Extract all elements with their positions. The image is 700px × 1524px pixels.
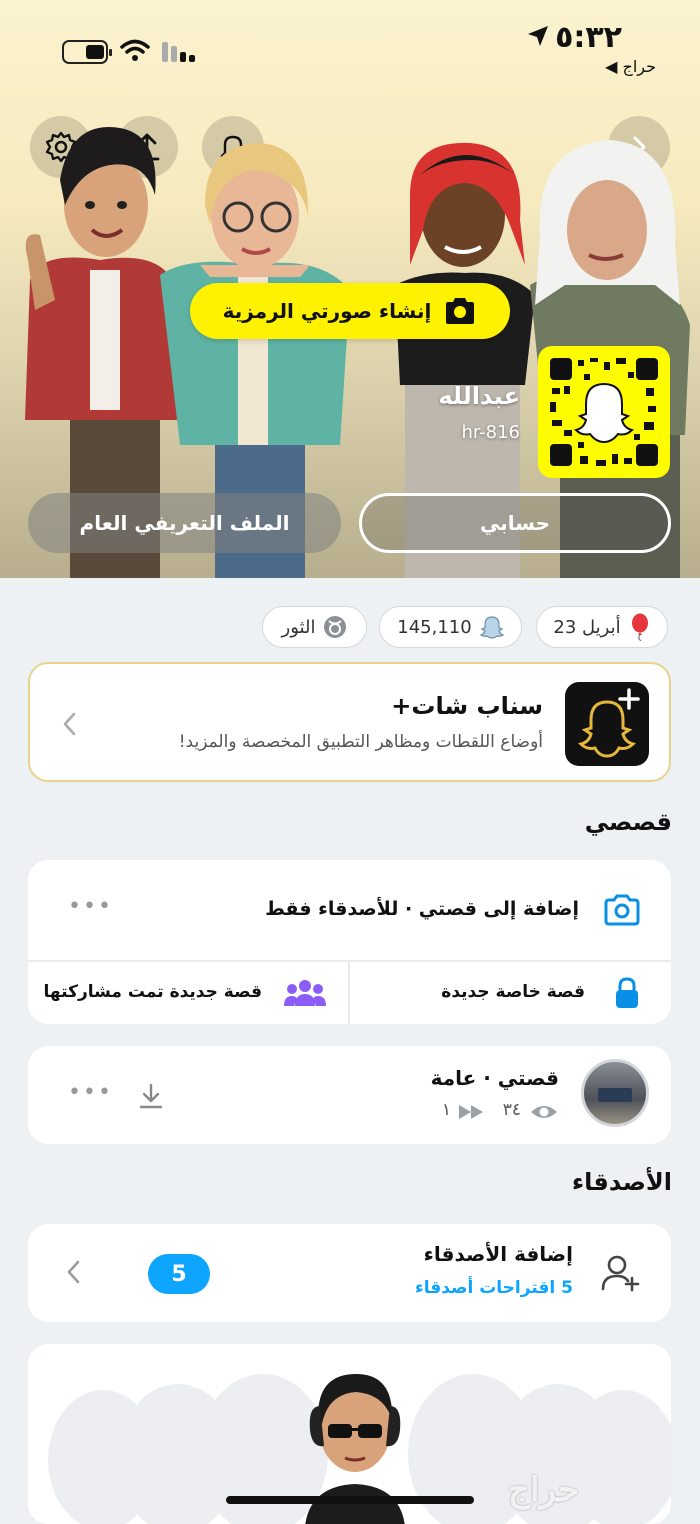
- birthday-label: 23 أبريل: [553, 616, 621, 638]
- camera-icon: [446, 298, 475, 324]
- my-story-title: قصتي · عامة: [430, 1066, 559, 1090]
- add-friend-icon: [601, 1255, 640, 1292]
- snap-score-chip[interactable]: 145,110: [379, 606, 522, 648]
- chevron-left-icon: [63, 712, 76, 736]
- profile-info-chips: الثور 145,110 23 أبريل: [0, 606, 700, 650]
- new-private-story-button[interactable]: قصة خاصة جديدة: [350, 962, 671, 1024]
- zodiac-label: الثور: [281, 616, 316, 638]
- my-story-row[interactable]: قصتي · عامة ٣٤ ١ •••: [28, 1046, 671, 1144]
- camera-icon: [604, 894, 640, 926]
- home-indicator[interactable]: [226, 1496, 474, 1504]
- snap-score: 145,110: [397, 616, 472, 638]
- snapcode-qr: [548, 356, 660, 468]
- profile-header: ٥:٣٢ ◀ حراج إنشاء صورتي الرمزية عبدالله …: [0, 0, 700, 578]
- snapchat-plus-card[interactable]: سناب شات+ أوضاع اللقطات ومظاهر التطبيق ا…: [28, 662, 671, 782]
- stories-section-title: قصصي: [584, 808, 672, 836]
- screenshot-arrows-icon: [459, 1105, 483, 1119]
- add-to-story-label: إضافة إلى قصتي · للأصدقاء فقط: [265, 898, 579, 920]
- suggestions-badge: 5: [148, 1254, 210, 1294]
- new-shared-story-button[interactable]: قصة جديدة تمت مشاركتها: [28, 962, 348, 1024]
- new-private-story-label: قصة خاصة جديدة: [441, 982, 585, 1002]
- more-options-icon[interactable]: •••: [68, 894, 113, 919]
- status-bar: ٥:٣٢ ◀ حراج: [0, 0, 700, 90]
- story-screenshots-count: ١: [441, 1100, 451, 1120]
- snapchat-plus-title: سناب شات+: [391, 692, 543, 720]
- story-thumbnail: [581, 1059, 649, 1127]
- create-avatar-label: إنشاء صورتي الرمزية: [222, 299, 432, 323]
- add-friends-row[interactable]: إضافة الأصدقاء 5 اقتراحات أصدقاء 5: [28, 1224, 671, 1322]
- create-avatar-button[interactable]: إنشاء صورتي الرمزية: [190, 283, 510, 339]
- friend-suggestions-count: 5 اقتراحات أصدقاء: [415, 1278, 573, 1298]
- lock-icon: [616, 977, 638, 1008]
- placeholder-avatar: [568, 1390, 671, 1524]
- friends-section-title: الأصدقاء: [571, 1168, 672, 1196]
- group-icon: [284, 980, 326, 1006]
- eye-icon: [531, 1106, 557, 1118]
- balloon-icon: [631, 613, 648, 641]
- snapcode[interactable]: [538, 346, 670, 478]
- ghost-icon: [479, 616, 504, 639]
- add-friends-title: إضافة الأصدقاء: [423, 1242, 573, 1266]
- location-arrow-icon: [528, 26, 548, 46]
- add-to-story-row[interactable]: إضافة إلى قصتي · للأصدقاء فقط •••: [28, 860, 671, 960]
- display-name: عبدالله: [438, 382, 520, 410]
- snapchat-plus-subtitle: أوضاع اللقطات ومظاهر التطبيق المخصصة وال…: [178, 732, 543, 752]
- story-views-count: ٣٤: [502, 1100, 521, 1120]
- my-account-button[interactable]: حسابي: [359, 493, 671, 553]
- username: hr-816: [461, 422, 520, 443]
- battery-icon: [62, 40, 112, 64]
- zodiac-chip[interactable]: الثور: [262, 606, 367, 648]
- chevron-left-icon: [67, 1260, 80, 1284]
- snapchat-plus-icon: [565, 682, 649, 766]
- download-icon[interactable]: [138, 1082, 164, 1110]
- stories-card: إضافة إلى قصتي · للأصدقاء فقط ••• قصة خا…: [28, 860, 671, 1024]
- back-to-app-link[interactable]: ◀ حراج: [605, 57, 656, 76]
- public-profile-button[interactable]: الملف التعريفي العام: [28, 493, 341, 553]
- new-shared-story-label: قصة جديدة تمت مشاركتها: [43, 982, 262, 1002]
- more-options-icon[interactable]: •••: [68, 1080, 113, 1105]
- watermark-logo: حراج: [508, 1470, 580, 1510]
- wifi-icon: [120, 39, 150, 61]
- status-time: ٥:٣٢: [555, 20, 622, 55]
- taurus-icon: [324, 616, 347, 638]
- cellular-signal-icon: [162, 42, 195, 62]
- birthday-chip[interactable]: 23 أبريل: [536, 606, 668, 648]
